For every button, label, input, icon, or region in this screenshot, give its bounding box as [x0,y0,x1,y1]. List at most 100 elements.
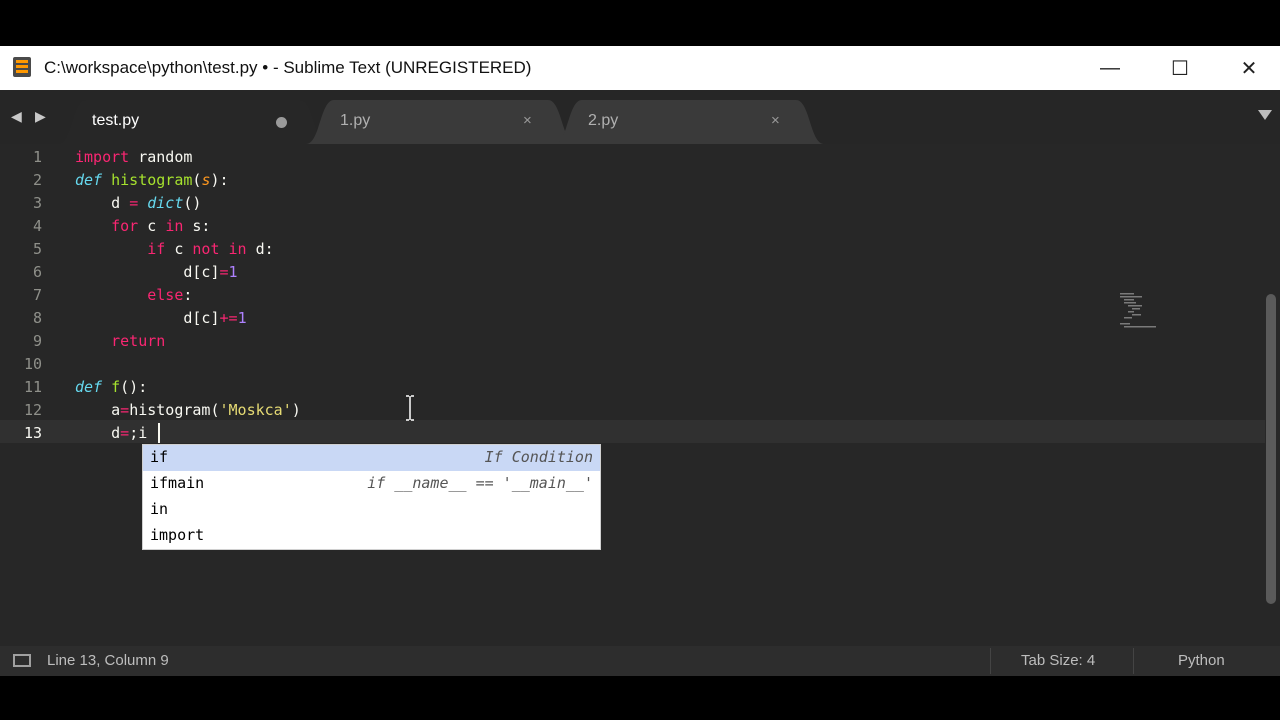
close-button[interactable]: ✕ [1214,46,1280,90]
code-token: ;i [129,424,148,442]
autocomplete-trigger: in [150,500,169,518]
window-title: C:\workspace\python\test.py • - Sublime … [44,58,532,77]
status-bar: Line 13, Column 9 Tab Size: 4 Python [0,646,1280,676]
code-token: d [75,194,130,212]
cursor-position: Line 13, Column 9 [47,652,169,669]
tab-list-dropdown-icon[interactable] [1258,110,1272,120]
tab-label: test.py [92,112,140,129]
minimize-icon: — [1100,56,1120,79]
tab-size-selector[interactable]: Tab Size: 4 [1021,652,1095,669]
code-token: = [219,263,229,281]
minimap[interactable] [1118,292,1158,332]
status-divider [990,648,991,674]
code-line-3[interactable]: d = dict() [75,192,201,215]
close-icon: ✕ [1240,57,1258,80]
code-token: histogram [111,171,193,189]
current-line-highlight [0,420,1265,443]
line-number: 12 [23,401,42,419]
line-number: 3 [32,194,42,212]
code-token: 1 [228,263,238,281]
syntax-selector[interactable]: Python [1178,652,1225,669]
autocomplete-popup: if If Condition ifmain if __name__ == '_… [142,444,601,550]
code-token: = [120,424,130,442]
tab-bar: ◀ ▶ test.py 1.py × 2.py × [0,90,1280,144]
code-line-5[interactable]: if c not in d: [75,238,274,261]
code-token: d[c] [75,309,220,327]
vertical-scrollbar[interactable] [1266,294,1276,604]
autocomplete-item[interactable]: in [143,497,600,523]
editor-area[interactable]: 1 2 3 4 5 6 7 8 9 10 11 12 13 import ran… [0,144,1280,646]
line-number: 6 [32,263,42,281]
code-token: def [75,378,103,396]
code-token: in [165,217,184,235]
autocomplete-item[interactable]: if If Condition [143,445,600,471]
code-token: ): [210,171,229,189]
code-line-13[interactable]: d=;i [75,422,147,445]
panel-toggle-icon[interactable] [13,654,31,667]
status-divider [1133,648,1134,674]
title-bar: C:\workspace\python\test.py • - Sublime … [0,46,1280,90]
tab-1-py[interactable]: 1.py × [306,100,576,144]
tab-back-icon[interactable]: ◀ [11,108,22,125]
code-line-8[interactable]: d[c]+=1 [75,307,247,330]
code-line-1[interactable]: import random [75,146,192,169]
code-token: if [147,240,166,258]
code-token: 1 [237,309,247,327]
code-token: return [111,332,166,350]
code-token: c [165,240,193,258]
line-number: 5 [32,240,42,258]
code-token: a [75,401,121,419]
code-token: for [111,217,139,235]
tab-close-icon[interactable]: × [523,112,532,129]
autocomplete-annotation: if __name__ == '__main__' [367,474,593,492]
autocomplete-item[interactable]: ifmain if __name__ == '__main__' [143,471,600,497]
tab-2-py[interactable]: 2.py × [554,100,824,144]
code-line-7[interactable]: else: [75,284,192,307]
sublime-text-icon [13,57,31,77]
line-number: 9 [32,332,42,350]
code-line-2[interactable]: def histogram(s): [75,169,229,192]
code-token: def [75,171,103,189]
line-number: 11 [23,378,42,396]
tab-label: 2.py [588,112,619,129]
code-token: d[c] [75,263,220,281]
code-token: else [147,286,184,304]
tab-test-py[interactable]: test.py [58,100,328,144]
code-token: d [75,424,121,442]
autocomplete-item[interactable]: import [143,523,600,549]
maximize-icon: ☐ [1171,57,1189,80]
tab-close-icon[interactable]: × [771,112,780,129]
code-token: import [75,148,130,166]
code-line-4[interactable]: for c in s: [75,215,210,238]
unsaved-dot-icon[interactable] [276,117,287,128]
code-token: () [183,194,202,212]
code-token: += [219,309,238,327]
code-token: d: [246,240,274,258]
autocomplete-trigger: if [150,448,169,466]
line-number-gutter: 1 2 3 4 5 6 7 8 9 10 11 12 13 [0,144,60,646]
tab-forward-icon[interactable]: ▶ [35,108,46,125]
code-line-6[interactable]: d[c]=1 [75,261,238,284]
minimize-button[interactable]: — [1075,46,1145,90]
code-line-9[interactable]: return [75,330,165,353]
code-line-11[interactable]: def f(): [75,376,147,399]
code-token: (): [120,378,148,396]
tab-label: 1.py [340,112,371,129]
code-line-12[interactable]: a=histogram('Moskca') [75,399,301,422]
code-token: not [192,240,220,258]
code-token: : [183,286,193,304]
line-number: 4 [32,217,42,235]
line-number: 8 [32,309,42,327]
code-token: random [129,148,193,166]
maximize-button[interactable]: ☐ [1145,46,1215,90]
line-number-current: 13 [23,424,42,442]
autocomplete-annotation: If Condition [484,448,593,466]
